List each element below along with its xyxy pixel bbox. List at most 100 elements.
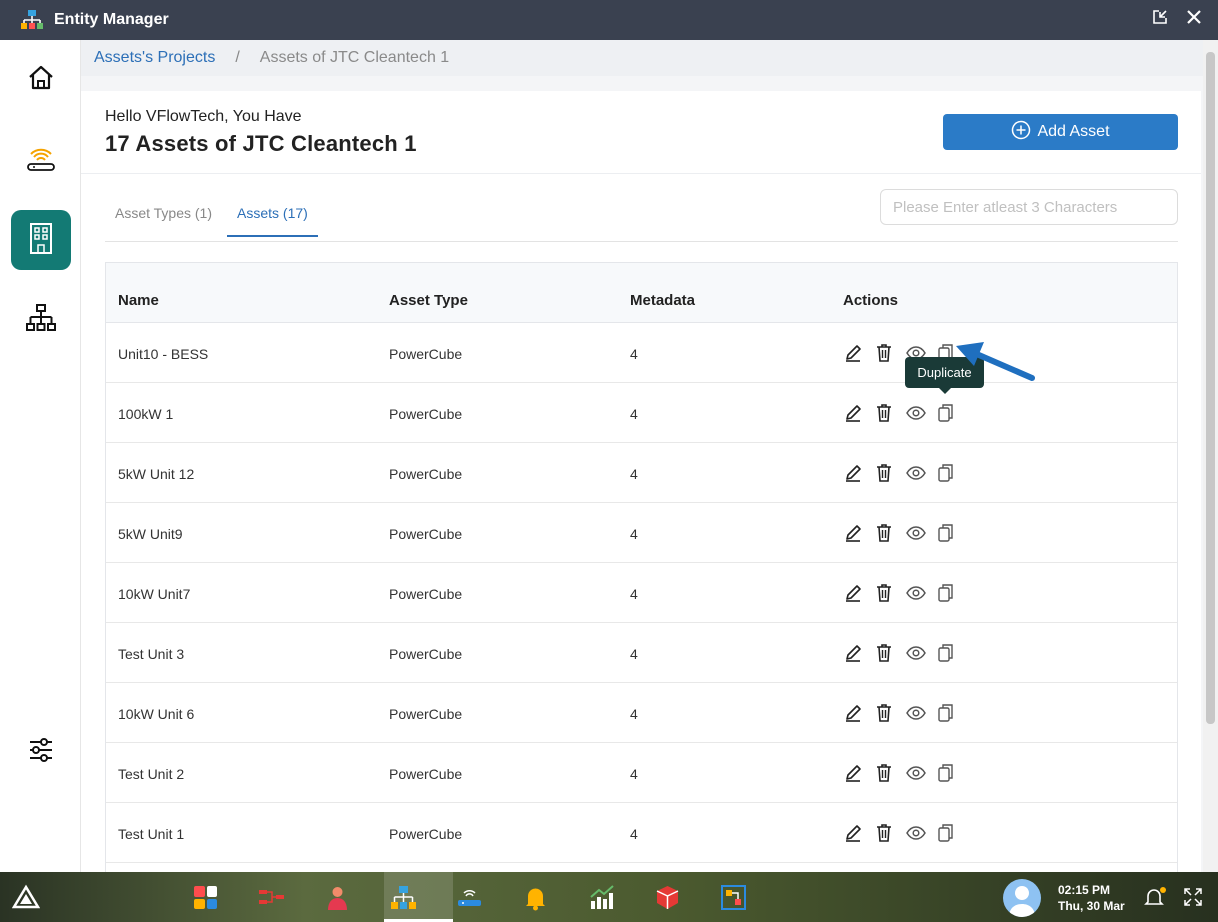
fullscreen-icon[interactable] [1183, 887, 1203, 912]
table-row[interactable]: 100kW 1 PowerCube 4 [106, 383, 1177, 443]
duplicate-icon[interactable] [937, 763, 955, 783]
edit-icon[interactable] [844, 523, 862, 543]
popout-icon[interactable] [1152, 9, 1168, 30]
delete-icon[interactable] [875, 403, 893, 423]
duplicate-icon[interactable] [937, 463, 955, 483]
avatar[interactable] [1003, 879, 1041, 917]
duplicate-icon[interactable] [937, 703, 955, 723]
add-asset-label: Add Asset [1037, 123, 1110, 140]
dashboard-app-icon[interactable] [192, 884, 219, 911]
vertical-scrollbar[interactable] [1203, 40, 1218, 872]
notification-bell-icon[interactable] [1143, 886, 1167, 913]
table-row[interactable]: Test Unit 1 PowerCube 4 [106, 803, 1177, 863]
row-actions [844, 403, 955, 423]
clock-date: Thu, 30 Mar [1058, 899, 1125, 913]
tab-asset-types[interactable]: Asset Types (1) [115, 205, 212, 235]
view-icon[interactable] [906, 763, 926, 783]
row-actions [844, 583, 955, 603]
divider [81, 173, 1201, 174]
close-icon[interactable] [1186, 9, 1202, 30]
view-icon[interactable] [906, 403, 926, 423]
metadata-cell: 4 [630, 826, 638, 842]
view-icon[interactable] [906, 643, 926, 663]
breadcrumb: Assets's Projects / Assets of JTC Cleant… [81, 40, 1203, 76]
asset-type-cell: PowerCube [389, 526, 463, 542]
edit-icon[interactable] [844, 823, 862, 843]
asset-name-cell: 100kW 1 [118, 406, 174, 422]
asset-type-cell: PowerCube [389, 346, 463, 362]
table-row[interactable]: 10kW Unit7 PowerCube 4 [106, 563, 1177, 623]
scrollbar-thumb[interactable] [1206, 52, 1215, 724]
sidebar-item-settings[interactable] [11, 722, 71, 782]
metadata-cell: 4 [630, 766, 638, 782]
metadata-cell: 4 [630, 586, 638, 602]
edit-icon[interactable] [844, 463, 862, 483]
window-title: Entity Manager [54, 11, 169, 28]
delete-icon[interactable] [875, 823, 893, 843]
add-asset-button[interactable]: Add Asset [943, 114, 1178, 150]
entity-manager-app-icon[interactable] [390, 884, 417, 911]
breadcrumb-current: Assets of JTC Cleantech 1 [259, 49, 450, 66]
edit-icon[interactable] [844, 643, 862, 663]
column-header-actions: Actions [843, 292, 899, 309]
metadata-cell: 4 [630, 406, 638, 422]
table-row[interactable]: Test Unit 3 PowerCube 4 [106, 623, 1177, 683]
delete-icon[interactable] [875, 343, 893, 363]
duplicate-icon[interactable] [937, 823, 955, 843]
metadata-cell: 4 [630, 346, 638, 362]
asset-type-cell: PowerCube [389, 706, 463, 722]
delete-icon[interactable] [875, 523, 893, 543]
duplicate-icon[interactable] [937, 523, 955, 543]
delete-icon[interactable] [875, 763, 893, 783]
view-icon[interactable] [906, 823, 926, 843]
alarm-app-icon[interactable] [522, 884, 549, 911]
duplicate-icon[interactable] [937, 583, 955, 603]
duplicate-icon[interactable] [937, 643, 955, 663]
user-app-icon[interactable] [324, 884, 351, 911]
delete-icon[interactable] [875, 643, 893, 663]
view-icon[interactable] [906, 703, 926, 723]
assets-card: Hello VFlowTech, You Have 17 Assets of J… [81, 91, 1201, 872]
sidebar-item-devices[interactable] [11, 130, 71, 190]
window-titlebar: Entity Manager [0, 0, 1218, 40]
sidebar-item-hierarchy[interactable] [11, 290, 71, 350]
row-actions [844, 703, 955, 723]
duplicate-icon[interactable] [937, 403, 955, 423]
edit-icon[interactable] [844, 763, 862, 783]
search-input[interactable] [880, 189, 1178, 225]
device-app-icon[interactable] [456, 884, 483, 911]
view-icon[interactable] [906, 583, 926, 603]
cube-app-icon[interactable] [654, 884, 681, 911]
table-row[interactable]: Test Unit 2 PowerCube 4 [106, 743, 1177, 803]
asset-type-cell: PowerCube [389, 646, 463, 662]
metadata-cell: 4 [630, 646, 638, 662]
sidebar-item-home[interactable] [11, 50, 71, 110]
analytics-app-icon[interactable] [588, 884, 615, 911]
tab-assets[interactable]: Assets (17) [227, 205, 318, 237]
row-actions [844, 523, 955, 543]
edit-icon[interactable] [844, 703, 862, 723]
table-row[interactable]: 10kW Unit 6 PowerCube 4 [106, 683, 1177, 743]
network-app-icon[interactable] [720, 884, 747, 911]
main-content: Assets's Projects / Assets of JTC Cleant… [81, 40, 1203, 872]
flow-app-icon[interactable] [258, 884, 285, 911]
delete-icon[interactable] [875, 463, 893, 483]
metadata-cell: 4 [630, 466, 638, 482]
view-icon[interactable] [906, 523, 926, 543]
breadcrumb-link-projects[interactable]: Assets's Projects [94, 49, 215, 67]
asset-name-cell: 5kW Unit 12 [118, 466, 195, 482]
edit-icon[interactable] [844, 343, 862, 363]
delete-icon[interactable] [875, 583, 893, 603]
edit-icon[interactable] [844, 403, 862, 423]
column-header-asset-type[interactable]: Asset Type [389, 292, 468, 309]
asset-name-cell: 5kW Unit9 [118, 526, 183, 542]
column-header-name[interactable]: Name [118, 292, 159, 309]
column-header-metadata[interactable]: Metadata [630, 292, 695, 309]
delete-icon[interactable] [875, 703, 893, 723]
table-row[interactable]: 5kW Unit 12 PowerCube 4 [106, 443, 1177, 503]
view-icon[interactable] [906, 463, 926, 483]
edit-icon[interactable] [844, 583, 862, 603]
table-row[interactable]: 5kW Unit9 PowerCube 4 [106, 503, 1177, 563]
sidebar-item-assets[interactable] [11, 210, 71, 270]
start-logo-icon[interactable] [11, 884, 41, 915]
